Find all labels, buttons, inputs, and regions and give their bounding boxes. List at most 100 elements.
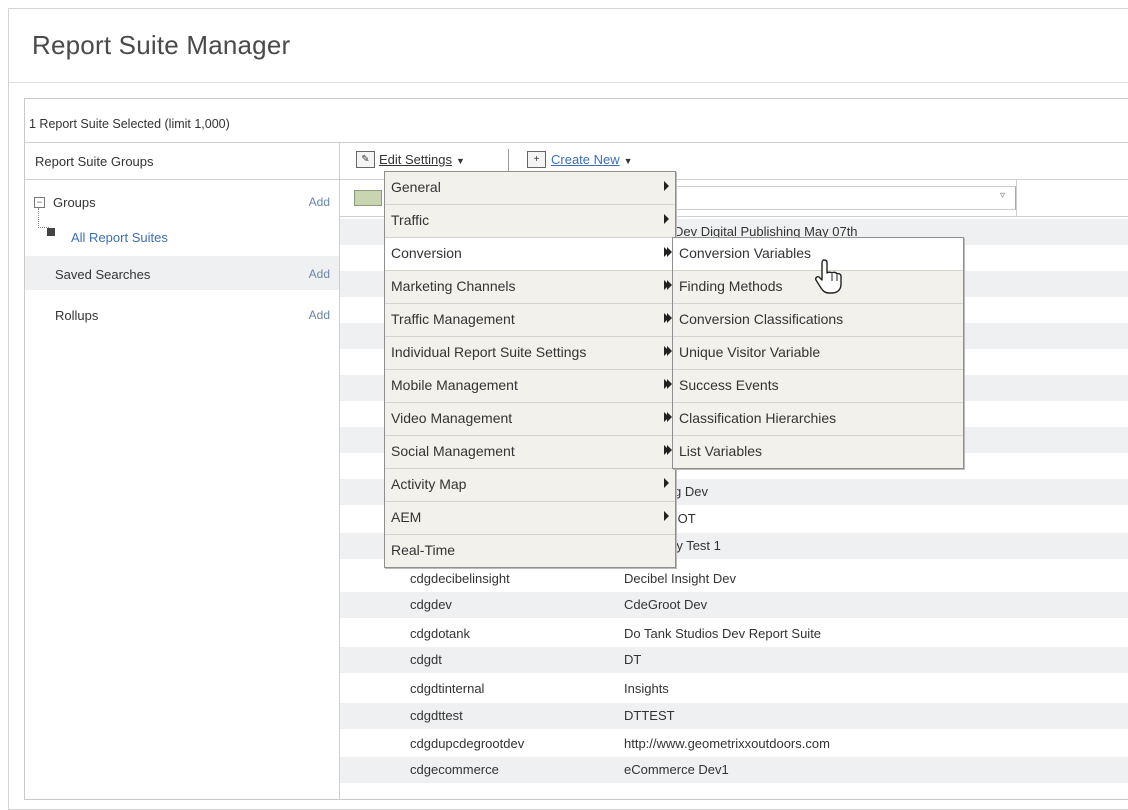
- menu-item-label[interactable]: General: [391, 179, 441, 195]
- report-suite-id: cdgdev: [410, 597, 452, 612]
- groups-row[interactable]: − Groups Add: [25, 184, 339, 218]
- menu-item-label[interactable]: Marketing Channels: [391, 278, 516, 294]
- menu-item-label[interactable]: Individual Report Suite Settings: [391, 344, 586, 360]
- selection-bar: 1 Report Suite Selected (limit 1,000): [25, 99, 1128, 143]
- report-suite-title: Do Tank Studios Dev Report Suite: [624, 626, 822, 641]
- title-divider: [9, 82, 1128, 83]
- title-filter-input[interactable]: le ▿: [630, 186, 1016, 210]
- chevron-down-icon: ▼: [456, 156, 465, 166]
- menu-item-video-management[interactable]: Video Management: [385, 403, 675, 436]
- submenu-item-label[interactable]: Classification Hierarchies: [679, 410, 836, 426]
- folder-square-icon: [47, 228, 55, 236]
- table-row[interactable]: cdgecommerce eCommerce Dev1: [340, 757, 1128, 783]
- chevron-right-icon: [667, 313, 672, 323]
- menu-item-label[interactable]: Traffic Management: [391, 311, 515, 327]
- table-row[interactable]: cdgdt DT: [340, 647, 1128, 673]
- report-suite-id: cdgdt: [410, 652, 442, 667]
- edit-settings-menu: General Traffic Conversion Marketing Cha…: [384, 171, 676, 568]
- selection-summary: 1 Report Suite Selected (limit 1,000): [29, 117, 230, 131]
- submenu-item-list-variables[interactable]: List Variables: [667, 436, 963, 468]
- report-suite-title: Decibel Insight Dev: [624, 571, 736, 586]
- menu-item-label[interactable]: AEM: [391, 509, 421, 525]
- rollups-label[interactable]: Rollups: [55, 308, 98, 323]
- menu-item-label[interactable]: Traffic: [391, 212, 429, 228]
- chevron-right-icon: [667, 379, 672, 389]
- all-report-suites-link[interactable]: All Report Suites: [71, 230, 168, 245]
- groups-label[interactable]: Groups: [53, 195, 96, 210]
- report-suite-title: http://www.geometrixxoutdoors.com: [624, 736, 830, 751]
- table-row[interactable]: cdgdttest DTTEST: [340, 703, 1128, 729]
- menu-item-traffic-management[interactable]: Traffic Management: [385, 304, 675, 337]
- add-document-icon[interactable]: +: [527, 151, 546, 168]
- rollups-add-link[interactable]: Add: [309, 308, 330, 322]
- left-panel-title: Report Suite Groups: [35, 154, 154, 169]
- menu-item-activity-map[interactable]: Activity Map: [385, 469, 675, 502]
- menu-item-label[interactable]: Activity Map: [391, 476, 466, 492]
- chevron-down-icon: ▼: [623, 156, 633, 166]
- report-suite-id: cdgdupcdegrootdev: [410, 736, 525, 751]
- tree-connector: [38, 208, 49, 228]
- chevron-right-icon: [667, 280, 672, 290]
- submenu-item-label[interactable]: Conversion Classifications: [679, 311, 843, 327]
- filter-icon[interactable]: ▿: [1000, 190, 1005, 201]
- report-suite-id: cdgecommerce: [410, 762, 499, 777]
- submenu-item-success-events[interactable]: Success Events: [667, 370, 963, 403]
- table-row[interactable]: cdgdtinternal Insights: [340, 676, 1128, 702]
- create-new-button[interactable]: Create New ▼: [551, 152, 633, 167]
- menu-item-social-management[interactable]: Social Management: [385, 436, 675, 469]
- chevron-right-icon: [667, 412, 672, 422]
- menu-item-label[interactable]: Social Management: [391, 443, 515, 459]
- rollups-row[interactable]: Rollups Add: [25, 297, 339, 331]
- submenu-item-label[interactable]: Finding Methods: [679, 278, 783, 294]
- table-row[interactable]: cdgdecibelinsight Decibel Insight Dev: [340, 566, 1128, 592]
- menu-item-label[interactable]: Real-Time: [391, 542, 455, 558]
- saved-searches-row[interactable]: Saved Searches Add: [25, 256, 339, 290]
- edit-icon[interactable]: ✎: [356, 151, 375, 168]
- menu-item-traffic[interactable]: Traffic: [385, 205, 675, 238]
- submenu-item-label[interactable]: Conversion Variables: [679, 245, 811, 261]
- submenu-item-label[interactable]: Unique Visitor Variable: [679, 344, 820, 360]
- menu-item-aem[interactable]: AEM: [385, 502, 675, 535]
- report-suite-title: Insights: [624, 681, 669, 696]
- saved-searches-label[interactable]: Saved Searches: [55, 267, 150, 282]
- menu-item-marketing-channels[interactable]: Marketing Channels: [385, 271, 675, 304]
- submenu-item-classification-hierarchies[interactable]: Classification Hierarchies: [667, 403, 963, 436]
- menu-item-label[interactable]: Video Management: [391, 410, 512, 426]
- menu-item-general[interactable]: General: [385, 172, 675, 205]
- report-suite-id: cdgdecibelinsight: [410, 571, 510, 586]
- saved-searches-add-link[interactable]: Add: [309, 267, 330, 281]
- report-suite-title: eCommerce Dev1: [624, 762, 729, 777]
- report-suite-id: cdgdtinternal: [410, 681, 485, 696]
- chevron-right-icon: [667, 346, 672, 356]
- edit-settings-label[interactable]: Edit Settings: [379, 152, 452, 167]
- submenu-item-label[interactable]: Success Events: [679, 377, 779, 393]
- chevron-right-icon: [667, 445, 672, 455]
- submenu-item-unique-visitor-variable[interactable]: Unique Visitor Variable: [667, 337, 963, 370]
- menu-item-mobile-management[interactable]: Mobile Management: [385, 370, 675, 403]
- all-report-suites-row[interactable]: All Report Suites: [25, 208, 339, 254]
- submenu-item-conversion-classifications[interactable]: Conversion Classifications: [667, 304, 963, 337]
- menu-item-individual-report-suite-settings[interactable]: Individual Report Suite Settings: [385, 337, 675, 370]
- page-title: Report Suite Manager: [32, 30, 291, 60]
- submenu-item-label[interactable]: List Variables: [679, 443, 762, 459]
- report-suite-title: ry Test 1: [672, 538, 721, 553]
- report-suite-id: cdgdotank: [410, 626, 470, 641]
- table-row[interactable]: cdgdupcdegrootdev http://www.geometrixxo…: [340, 731, 1128, 757]
- menu-item-label[interactable]: Mobile Management: [391, 377, 518, 393]
- chevron-right-icon: [664, 214, 669, 224]
- collapse-icon[interactable]: −: [34, 197, 45, 208]
- report-suite-id: cdgdttest: [410, 708, 463, 723]
- chevron-right-icon: [664, 511, 669, 521]
- column-chooser-icon[interactable]: [354, 190, 382, 206]
- menu-item-real-time[interactable]: Real-Time: [385, 535, 675, 567]
- table-row[interactable]: cdgdev CdeGroot Dev: [340, 592, 1128, 618]
- report-suite-groups-panel: − Groups Add All Report Suites Saved Sea…: [25, 180, 340, 800]
- groups-add-link[interactable]: Add: [309, 195, 330, 209]
- menu-item-label[interactable]: Conversion: [391, 245, 462, 261]
- table-row[interactable]: cdgdotank Do Tank Studios Dev Report Sui…: [340, 621, 1128, 647]
- chevron-right-icon: [664, 181, 669, 191]
- toolbar-separator: [508, 149, 509, 173]
- edit-settings-button[interactable]: Edit Settings ▼: [379, 152, 465, 167]
- create-new-label[interactable]: Create New: [551, 152, 620, 167]
- menu-item-conversion[interactable]: Conversion: [385, 238, 675, 271]
